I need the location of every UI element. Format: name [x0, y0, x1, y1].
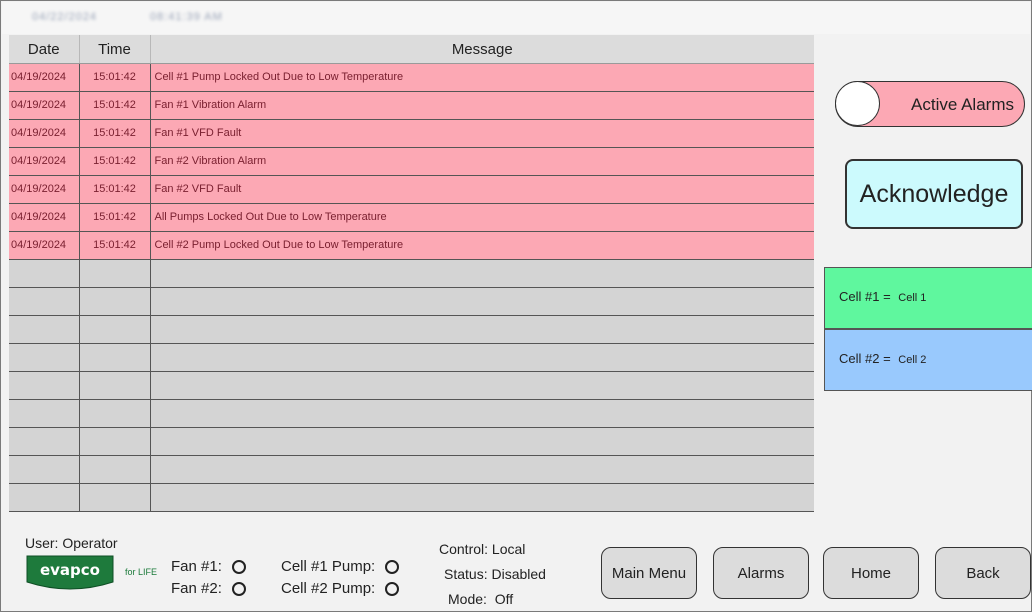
toggle-knob[interactable] — [835, 81, 880, 126]
alarm-row[interactable]: 04/19/2024 15:01:42 Fan #2 VFD Fault — [9, 175, 814, 204]
alarm-date: 04/19/2024 — [9, 175, 80, 204]
empty-row — [9, 287, 814, 316]
fan2-label: Fan #2: — [171, 580, 222, 597]
alarm-date: 04/19/2024 — [9, 63, 80, 92]
alarm-time: 15:01:42 — [79, 203, 151, 232]
alarms-button[interactable]: Alarms — [713, 547, 809, 599]
cell1-pump-status: Cell #1 Pump: — [281, 558, 400, 575]
cell2-pump-status: Cell #2 Pump: — [281, 580, 400, 597]
evapco-logo: evapco — [26, 555, 114, 590]
main-menu-button[interactable]: Main Menu — [601, 547, 697, 599]
fan1-status: Fan #1: — [171, 558, 246, 575]
status-text: Status: Disabled — [444, 566, 546, 582]
cell1-name: Cell 1 — [898, 292, 927, 304]
fan1-label: Fan #1: — [171, 558, 222, 575]
empty-row — [9, 259, 814, 288]
alarm-row[interactable]: 04/19/2024 15:01:42 Fan #1 VFD Fault — [9, 119, 814, 148]
alarm-date: 04/19/2024 — [9, 147, 80, 176]
alarm-message: Fan #1 Vibration Alarm — [150, 91, 814, 120]
back-button[interactable]: Back — [935, 547, 1031, 599]
alarm-table-header: Date Time Message — [9, 35, 814, 64]
active-alarms-label: Active Alarms — [911, 95, 1014, 114]
column-header-message[interactable]: Message — [150, 35, 814, 64]
fan2-status: Fan #2: — [171, 580, 246, 597]
alarm-message: Cell #1 Pump Locked Out Due to Low Tempe… — [150, 63, 814, 92]
alarm-date: 04/19/2024 — [9, 203, 80, 232]
alarm-time: 15:01:42 — [79, 91, 151, 120]
alarm-time: 15:01:42 — [79, 147, 151, 176]
empty-row — [9, 343, 814, 372]
cell1-pump-label: Cell #1 Pump: — [281, 558, 376, 575]
user-label: User: Operator — [25, 535, 118, 551]
control-mode: Control: Local — [439, 541, 526, 557]
alarm-date: 04/19/2024 — [9, 231, 80, 260]
empty-row — [9, 427, 814, 456]
empty-row — [9, 455, 814, 484]
header-time: 08:41:39 AM — [150, 11, 223, 23]
alarm-row[interactable]: 04/19/2024 15:01:42 All Pumps Locked Out… — [9, 203, 814, 232]
column-header-time[interactable]: Time — [79, 35, 151, 64]
cell2-indicator: Cell #2 = Cell 2 — [824, 329, 1032, 391]
header-date: 04/22/2024 — [32, 11, 98, 23]
alarm-message: All Pumps Locked Out Due to Low Temperat… — [150, 203, 814, 232]
column-header-date[interactable]: Date — [9, 35, 80, 64]
alarm-table: Date Time Message 04/19/2024 15:01:42 Ce… — [9, 35, 814, 512]
alarm-time: 15:01:42 — [79, 175, 151, 204]
alarm-time: 15:01:42 — [79, 119, 151, 148]
alarm-date: 04/19/2024 — [9, 91, 80, 120]
alarm-row[interactable]: 04/19/2024 15:01:42 Fan #1 Vibration Ala… — [9, 91, 814, 120]
cell1-pump-indicator-icon — [385, 559, 400, 574]
alarm-message: Cell #2 Pump Locked Out Due to Low Tempe… — [150, 231, 814, 260]
cell2-label: Cell #2 = — [839, 351, 891, 366]
empty-row — [9, 399, 814, 428]
cell2-pump-label: Cell #2 Pump: — [281, 580, 376, 597]
alarm-time: 15:01:42 — [79, 231, 151, 260]
header-bar: 04/22/2024 08:41:39 AM — [2, 2, 1030, 34]
fan2-indicator-icon — [231, 581, 246, 596]
alarm-date: 04/19/2024 — [9, 119, 80, 148]
alarm-message: Fan #1 VFD Fault — [150, 119, 814, 148]
fan1-indicator-icon — [231, 559, 246, 574]
logo-tagline: for LIFE — [125, 567, 158, 577]
cell1-indicator: Cell #1 = Cell 1 — [824, 267, 1032, 329]
cell2-pump-indicator-icon — [385, 581, 400, 596]
alarm-message: Fan #2 Vibration Alarm — [150, 147, 814, 176]
cell2-name: Cell 2 — [898, 354, 927, 366]
alarm-row[interactable]: 04/19/2024 15:01:42 Cell #2 Pump Locked … — [9, 231, 814, 260]
home-button[interactable]: Home — [823, 547, 919, 599]
empty-row — [9, 483, 814, 512]
active-alarms-toggle[interactable]: Active Alarms — [835, 81, 1025, 127]
mode-text: Mode: Off — [448, 591, 514, 607]
acknowledge-button[interactable]: Acknowledge — [845, 159, 1023, 229]
cell1-label: Cell #1 = — [839, 289, 891, 304]
empty-row — [9, 315, 814, 344]
logo-text: evapco — [40, 561, 100, 579]
alarm-row[interactable]: 04/19/2024 15:01:42 Fan #2 Vibration Ala… — [9, 147, 814, 176]
hmi-screen: 04/22/2024 08:41:39 AM Date Time Message… — [0, 0, 1032, 612]
alarm-time: 15:01:42 — [79, 63, 151, 92]
empty-row — [9, 371, 814, 400]
alarm-row[interactable]: 04/19/2024 15:01:42 Cell #1 Pump Locked … — [9, 63, 814, 92]
alarm-message: Fan #2 VFD Fault — [150, 175, 814, 204]
